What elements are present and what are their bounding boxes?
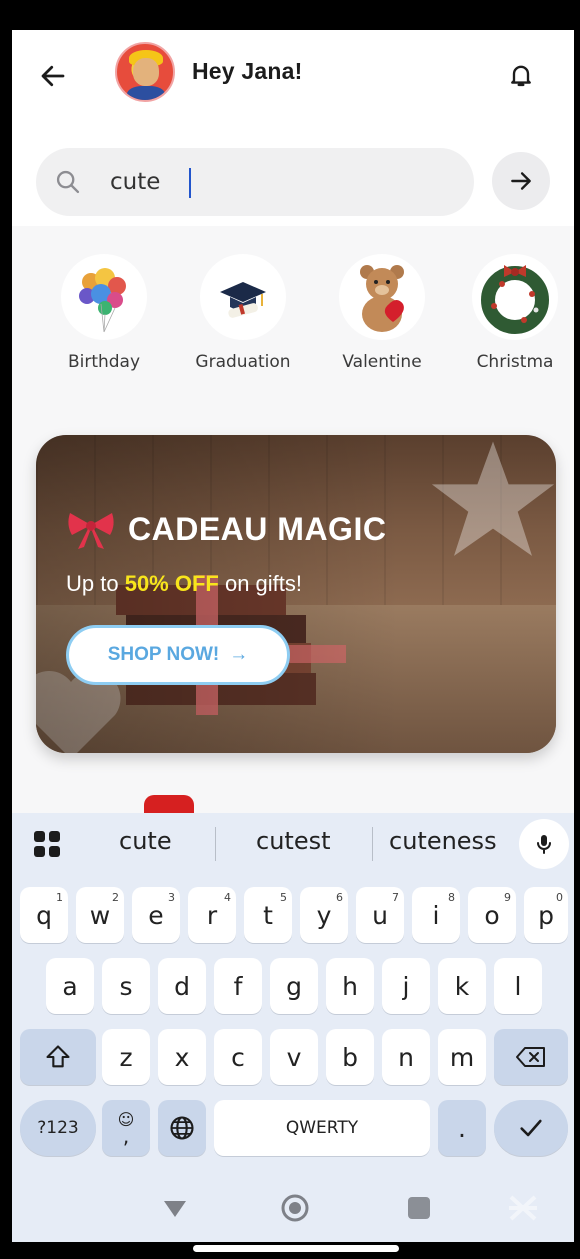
- key-y[interactable]: y6: [300, 887, 348, 943]
- category-graduation[interactable]: Graduation: [178, 250, 308, 390]
- emoji-comma-key[interactable]: ☺ ,: [102, 1100, 150, 1156]
- category-label: Valentine: [342, 352, 422, 372]
- shift-key[interactable]: [20, 1029, 96, 1085]
- key-e[interactable]: e3: [132, 887, 180, 943]
- avatar[interactable]: [115, 42, 175, 102]
- key-t[interactable]: t5: [244, 887, 292, 943]
- key-u[interactable]: u7: [356, 887, 404, 943]
- balloons-icon: [61, 254, 147, 340]
- bell-icon: [511, 65, 531, 87]
- system-nav-bar: [12, 1175, 574, 1242]
- back-button[interactable]: [32, 55, 74, 97]
- key-w[interactable]: w2: [76, 887, 124, 943]
- app-screen: Hey Jana! Birthday: [12, 30, 574, 1242]
- language-key[interactable]: [158, 1100, 206, 1156]
- promo-title: CADEAU MAGIC: [66, 507, 386, 551]
- watermark-logo-icon: [509, 1195, 537, 1221]
- suggestion-1[interactable]: cute: [119, 827, 172, 855]
- key-k[interactable]: k: [438, 958, 486, 1014]
- shop-now-button[interactable]: SHOP NOW! →: [66, 625, 290, 685]
- graduation-cap-icon: [200, 254, 286, 340]
- key-j[interactable]: j: [382, 958, 430, 1014]
- key-m[interactable]: m: [438, 1029, 486, 1085]
- checkmark-icon: [520, 1119, 542, 1137]
- globe-icon: [170, 1116, 194, 1140]
- search-input[interactable]: [110, 162, 450, 202]
- category-label: Graduation: [195, 352, 291, 372]
- space-bar[interactable]: QWERTY: [214, 1100, 430, 1156]
- promo-banner[interactable]: CADEAU MAGIC Up to 50% OFF on gifts! SHO…: [36, 435, 556, 753]
- key-x[interactable]: x: [158, 1029, 206, 1085]
- search-submit-button[interactable]: [492, 152, 550, 210]
- category-birthday[interactable]: Birthday: [39, 250, 169, 390]
- enter-key[interactable]: [494, 1100, 568, 1156]
- key-d[interactable]: d: [158, 958, 206, 1014]
- text-caret: [189, 168, 191, 198]
- arrow-left-icon: [41, 65, 65, 87]
- key-l[interactable]: l: [494, 958, 542, 1014]
- suggestion-bar: cute cutest cuteness: [12, 813, 574, 873]
- key-n[interactable]: n: [382, 1029, 430, 1085]
- arrow-right-icon: →: [229, 644, 249, 665]
- category-list: Birthday Graduation Valentine Christma: [12, 250, 574, 390]
- suggestion-2[interactable]: cutest: [256, 827, 331, 855]
- ribbon-bow-icon: [68, 513, 114, 549]
- key-f[interactable]: f: [214, 958, 262, 1014]
- promo-title-text: CADEAU MAGIC: [128, 510, 387, 547]
- key-v[interactable]: v: [270, 1029, 318, 1085]
- wreath-icon: [472, 254, 558, 340]
- key-g[interactable]: g: [270, 958, 318, 1014]
- key-h[interactable]: h: [326, 958, 374, 1014]
- gift-icon: [144, 795, 194, 815]
- nav-home-icon[interactable]: [280, 1193, 310, 1223]
- category-label: Christma: [476, 352, 554, 372]
- search-icon: [56, 170, 80, 194]
- search-bar[interactable]: [36, 148, 474, 216]
- soft-keyboard: cute cutest cuteness q1 w2 e3 r4 t5 y6 u…: [12, 813, 574, 1242]
- key-z[interactable]: z: [102, 1029, 150, 1085]
- arrow-right-icon: [511, 172, 531, 190]
- category-valentine[interactable]: Valentine: [317, 250, 447, 390]
- backspace-icon: [516, 1047, 545, 1067]
- key-b[interactable]: b: [326, 1029, 374, 1085]
- header: Hey Jana!: [12, 30, 574, 226]
- period-key[interactable]: .: [438, 1100, 486, 1156]
- key-o[interactable]: o9: [468, 887, 516, 943]
- suggestion-3[interactable]: cuteness: [389, 827, 497, 855]
- symbols-key[interactable]: ?123: [20, 1100, 96, 1156]
- shop-now-label: SHOP NOW!: [107, 644, 220, 665]
- key-i[interactable]: i8: [412, 887, 460, 943]
- key-q[interactable]: q1: [20, 887, 68, 943]
- greeting-text: Hey Jana!: [192, 58, 303, 84]
- notifications-button[interactable]: [500, 54, 542, 96]
- nav-back-icon[interactable]: [162, 1197, 188, 1221]
- key-c[interactable]: c: [214, 1029, 262, 1085]
- voice-input-button[interactable]: [519, 819, 569, 869]
- backspace-key[interactable]: [494, 1029, 568, 1085]
- key-p[interactable]: p0: [524, 887, 568, 943]
- teddy-bear-icon: [339, 254, 425, 340]
- category-christmas[interactable]: Christma: [450, 250, 574, 390]
- shift-icon: [46, 1045, 70, 1068]
- key-s[interactable]: s: [102, 958, 150, 1014]
- apps-grid-icon[interactable]: [32, 829, 62, 859]
- discount-highlight: 50% OFF: [124, 571, 219, 596]
- key-r[interactable]: r4: [188, 887, 236, 943]
- nav-recents-icon[interactable]: [408, 1197, 430, 1219]
- key-a[interactable]: a: [46, 958, 94, 1014]
- home-indicator[interactable]: [193, 1245, 399, 1252]
- category-label: Birthday: [67, 352, 141, 372]
- promo-subtitle: Up to 50% OFF on gifts!: [66, 571, 302, 596]
- microphone-icon: [537, 835, 551, 854]
